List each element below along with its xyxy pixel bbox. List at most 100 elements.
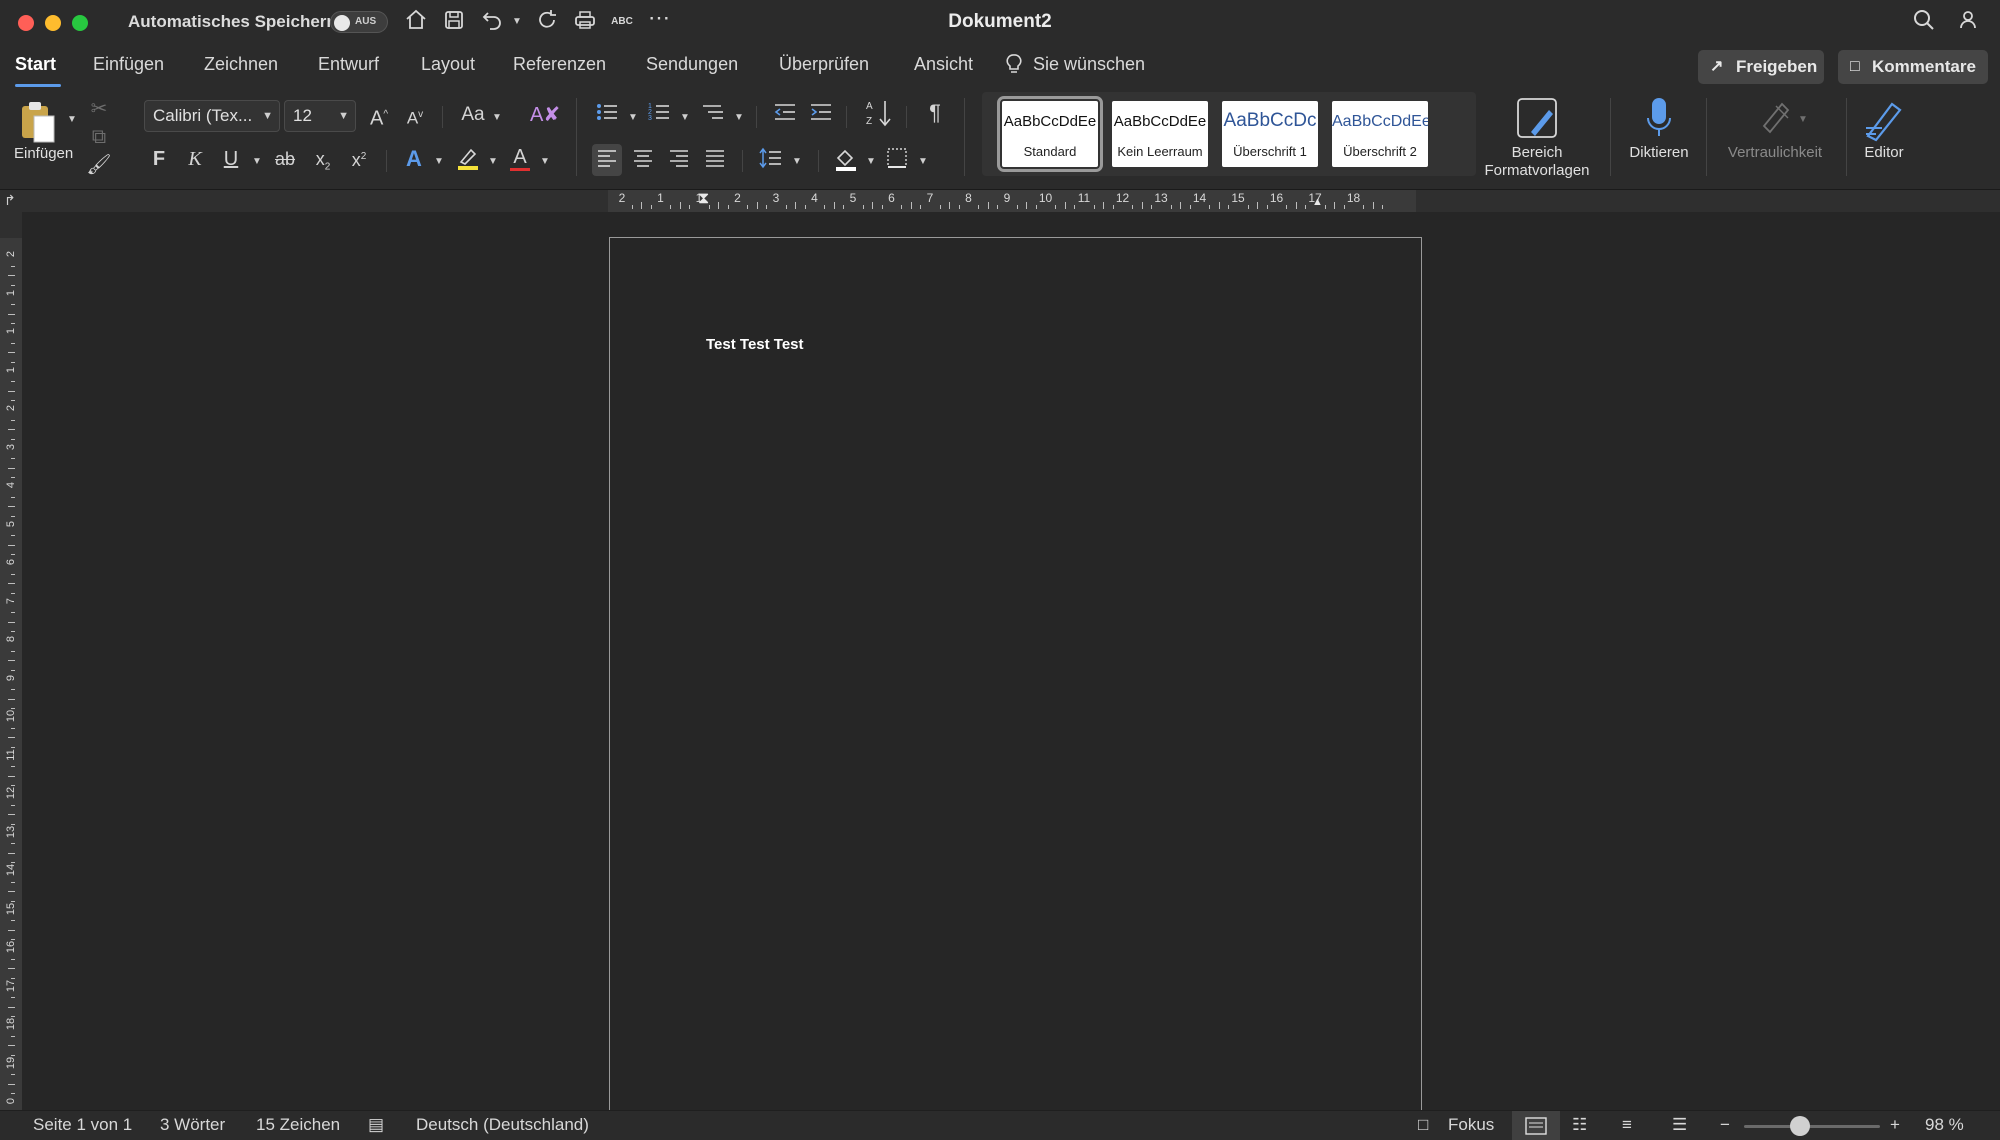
page-count[interactable]: Seite 1 von 1 (33, 1115, 132, 1135)
numbering-dropdown-icon[interactable]: ▼ (680, 112, 690, 123)
change-case-button[interactable]: Aa (458, 102, 488, 128)
tab-entwurf[interactable]: Entwurf (318, 54, 379, 75)
spellcheck-icon[interactable]: ABC (608, 8, 636, 36)
superscript-icon[interactable]: x2 (346, 144, 372, 173)
zoom-slider[interactable] (1744, 1116, 1880, 1136)
highlight-icon[interactable] (454, 146, 482, 179)
justify-icon[interactable] (702, 147, 728, 176)
proofing-icon[interactable]: ▤ (368, 1115, 384, 1135)
tab-ueberpruefen[interactable]: Überprüfen (779, 54, 869, 75)
text-effects-dropdown-icon[interactable]: ▼ (434, 156, 444, 167)
align-left-icon[interactable] (592, 144, 622, 176)
copy-icon[interactable]: ⧉ (86, 124, 112, 150)
tab-referenzen[interactable]: Referenzen (513, 54, 606, 75)
style-ueberschrift-2[interactable]: AaBbCcDdEe Überschrift 2 (1332, 101, 1428, 167)
editor-icon[interactable] (1862, 96, 1906, 142)
line-spacing-icon[interactable] (758, 147, 784, 176)
web-layout-view-icon[interactable]: ☷ (1572, 1115, 1587, 1135)
multilevel-dropdown-icon[interactable]: ▼ (734, 112, 744, 123)
multilevel-list-icon[interactable] (700, 100, 726, 131)
sensitivity-icon[interactable] (1756, 96, 1796, 142)
text-effects-icon[interactable]: A (400, 146, 428, 172)
italic-button[interactable]: K (182, 146, 208, 172)
search-icon[interactable] (1910, 8, 1938, 36)
shading-dropdown-icon[interactable]: ▼ (866, 156, 876, 167)
undo-dropdown-icon[interactable]: ▼ (512, 16, 522, 27)
grow-font-icon[interactable]: A^ (366, 102, 392, 132)
autosave-toggle[interactable]: AUS (330, 11, 388, 33)
styles-pane-icon[interactable] (1514, 96, 1562, 142)
tab-selector-icon[interactable]: ↱ (4, 192, 16, 209)
font-name-select[interactable]: Calibri (Tex... ▼ (144, 100, 280, 132)
paste-icon[interactable] (18, 100, 58, 144)
document-body-text[interactable]: Test Test Test (706, 336, 804, 353)
bullets-dropdown-icon[interactable]: ▼ (628, 112, 638, 123)
tab-ansicht[interactable]: Ansicht (914, 54, 973, 75)
format-painter-icon[interactable]: 🖌 (86, 152, 112, 178)
document-page[interactable]: Test Test Test (609, 237, 1422, 1117)
print-icon[interactable] (571, 8, 599, 36)
decrease-indent-icon[interactable] (772, 100, 798, 131)
more-icon[interactable]: ⋯ (645, 7, 673, 36)
print-layout-view-icon[interactable] (1512, 1111, 1560, 1140)
paste-dropdown-icon[interactable]: ▼ (67, 114, 77, 125)
draft-view-icon[interactable]: ☰ (1672, 1115, 1687, 1135)
tell-me-search[interactable]: Sie wünschen (1033, 54, 1145, 75)
tab-start[interactable]: Start (15, 54, 56, 75)
tab-layout[interactable]: Layout (421, 54, 475, 75)
zoom-in-icon[interactable]: + (1890, 1115, 1900, 1135)
borders-icon[interactable] (884, 147, 910, 176)
sort-icon[interactable]: AZ (864, 98, 894, 135)
vertical-ruler[interactable]: 2 1 1 1 2 3 4 5 6 7 8 9 10 11 12 13 14 15 16 17 18 19 0 (0, 238, 22, 1110)
home-icon[interactable] (402, 8, 430, 36)
strikethrough-button[interactable]: ab (272, 146, 298, 172)
sensitivity-dropdown-icon[interactable]: ▼ (1798, 114, 1808, 125)
minimize-window-button[interactable] (45, 15, 61, 31)
char-count[interactable]: 15 Zeichen (256, 1115, 340, 1135)
zoom-percentage[interactable]: 98 % (1925, 1115, 1964, 1135)
clear-formatting-icon[interactable]: A✘ (530, 102, 560, 128)
language[interactable]: Deutsch (Deutschland) (416, 1115, 589, 1135)
font-color-dropdown-icon[interactable]: ▼ (540, 156, 550, 167)
focus-button[interactable]: Fokus (1448, 1115, 1494, 1135)
horizontal-ruler[interactable]: 2 1 1 2 3 4 5 6 7 8 9 10 11 12 13 14 15 16 17 18 ⧗ ▲ (608, 190, 1416, 212)
account-icon[interactable] (1956, 8, 1984, 36)
borders-dropdown-icon[interactable]: ▼ (918, 156, 928, 167)
maximize-window-button[interactable] (72, 15, 88, 31)
bold-button[interactable]: F (146, 146, 172, 172)
show-formatting-icon[interactable]: ¶ (922, 100, 948, 126)
outline-view-icon[interactable]: ≡ (1622, 1115, 1632, 1135)
style-kein-leerraum[interactable]: AaBbCcDdEe Kein Leerraum (1112, 101, 1208, 167)
tab-einfuegen[interactable]: Einfügen (93, 54, 164, 75)
close-window-button[interactable] (18, 15, 34, 31)
word-count[interactable]: 3 Wörter (160, 1115, 225, 1135)
font-size-select[interactable]: 12 ▼ (284, 100, 356, 132)
style-standard[interactable]: AaBbCcDdEe Standard (997, 96, 1103, 172)
cut-icon[interactable]: ✂ (86, 96, 112, 122)
subscript-icon[interactable]: x2 (310, 146, 336, 181)
indent-marker-icon[interactable]: ⧗ (698, 190, 709, 208)
zoom-slider-knob[interactable] (1790, 1116, 1811, 1136)
underline-dropdown-icon[interactable]: ▼ (252, 156, 262, 167)
numbering-icon[interactable]: 123 (646, 100, 672, 131)
highlight-dropdown-icon[interactable]: ▼ (488, 156, 498, 167)
comments-button[interactable]: □ Kommentare (1838, 50, 1988, 84)
bullets-icon[interactable] (594, 100, 620, 131)
tab-zeichnen[interactable]: Zeichnen (204, 54, 278, 75)
shading-icon[interactable] (832, 146, 860, 179)
tab-sendungen[interactable]: Sendungen (646, 54, 738, 75)
align-right-icon[interactable] (666, 147, 692, 176)
redo-icon[interactable] (533, 8, 561, 36)
change-case-dropdown-icon[interactable]: ▼ (492, 112, 502, 123)
share-button[interactable]: ↗ Freigeben (1698, 50, 1824, 84)
undo-icon[interactable] (478, 8, 506, 36)
underline-button[interactable]: U (218, 146, 244, 172)
right-indent-marker-icon[interactable]: ▲ (1312, 196, 1323, 208)
increase-indent-icon[interactable] (808, 100, 834, 131)
line-spacing-dropdown-icon[interactable]: ▼ (792, 156, 802, 167)
font-color-icon[interactable]: A (506, 144, 534, 171)
style-ueberschrift-1[interactable]: AaBbCcDc Überschrift 1 (1222, 101, 1318, 167)
zoom-out-icon[interactable]: − (1720, 1115, 1730, 1135)
align-center-icon[interactable] (630, 147, 656, 176)
shrink-font-icon[interactable]: Av (402, 102, 428, 132)
